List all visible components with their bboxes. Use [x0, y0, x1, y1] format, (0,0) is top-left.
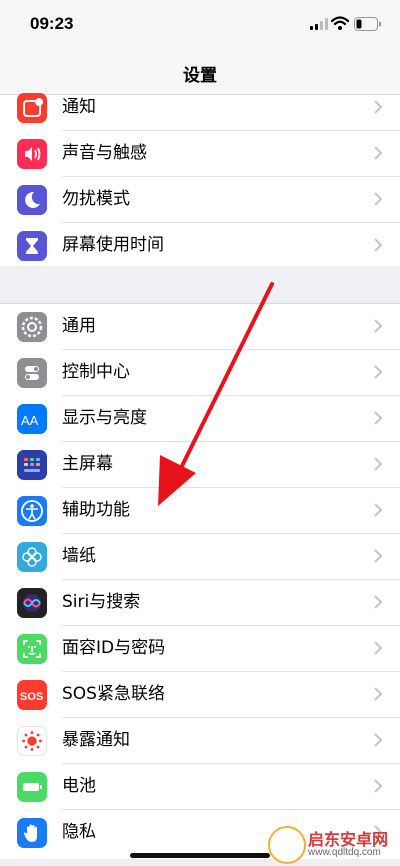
settings-row-do-not-disturb[interactable]: 勿扰模式: [0, 177, 400, 223]
watermark-logo-icon: [268, 826, 306, 864]
moon-icon: [17, 185, 47, 215]
svg-text:AA: AA: [21, 413, 39, 428]
chevron-right-icon: [374, 503, 382, 517]
settings-row-label: 辅助功能: [62, 500, 130, 520]
settings-row-sound[interactable]: 声音与触感: [0, 131, 400, 177]
toggles-icon: [17, 358, 47, 388]
watermark-url: www.qdltdq.com: [308, 847, 381, 858]
settings-row-label: 声音与触感: [62, 143, 147, 163]
settings-row-label: Siri与搜索: [62, 592, 141, 612]
battery-status-icon: [354, 17, 381, 31]
hourglass-icon: [17, 231, 47, 261]
face-id-icon: [17, 634, 47, 664]
chevron-right-icon: [374, 595, 382, 609]
chevron-right-icon: [374, 100, 382, 114]
settings-row-label: 面容ID与密码: [62, 638, 166, 658]
settings-row-label: SOS紧急联络: [62, 684, 165, 704]
sound-icon: [17, 139, 47, 169]
notifications-icon: [17, 93, 47, 123]
settings-row-notifications[interactable]: 通知: [0, 85, 400, 131]
settings-row-display-brightness[interactable]: AA 显示与亮度: [0, 396, 400, 442]
settings-row-screen-time[interactable]: 屏幕使用时间: [0, 223, 400, 269]
settings-row-wallpaper[interactable]: 墙纸: [0, 534, 400, 580]
settings-row-label: 隐私: [62, 822, 96, 842]
chevron-right-icon: [374, 549, 382, 563]
settings-row-label: 暴露通知: [62, 730, 130, 750]
watermark: 启东安卓网 www.qdltdq.com: [262, 822, 398, 866]
svg-text:SOS: SOS: [20, 691, 43, 703]
flower-icon: [17, 542, 47, 572]
accessibility-icon: [17, 496, 47, 526]
home-indicator: [130, 853, 270, 858]
chevron-right-icon: [374, 687, 382, 701]
cellular-signal-icon: [310, 18, 328, 30]
settings-row-battery[interactable]: 电池: [0, 764, 400, 810]
chevron-right-icon: [374, 238, 382, 252]
exposure-icon: [17, 726, 47, 756]
chevron-right-icon: [374, 192, 382, 206]
chevron-right-icon: [374, 779, 382, 793]
page-title: 设置: [183, 66, 217, 86]
chevron-right-icon: [374, 146, 382, 160]
settings-row-face-id[interactable]: 面容ID与密码: [0, 626, 400, 672]
siri-icon: [17, 588, 47, 618]
chevron-right-icon: [374, 319, 382, 333]
settings-row-label: 通用: [62, 316, 96, 336]
settings-row-home-screen[interactable]: 主屏幕: [0, 442, 400, 488]
settings-row-exposure-notifications[interactable]: 暴露通知: [0, 718, 400, 764]
settings-row-label: 主屏幕: [62, 454, 113, 474]
chevron-right-icon: [374, 457, 382, 471]
wifi-icon: [331, 16, 349, 30]
sos-icon: SOS: [17, 680, 47, 710]
settings-row-label: 电池: [62, 776, 96, 796]
settings-row-emergency-sos[interactable]: SOS SOS紧急联络: [0, 672, 400, 718]
status-bar: 09:23: [0, 0, 400, 50]
hand-icon: [17, 818, 47, 848]
settings-row-label: 控制中心: [62, 362, 130, 382]
chevron-right-icon: [374, 641, 382, 655]
status-time: 09:23: [30, 14, 74, 33]
gear-icon: [17, 312, 47, 342]
settings-row-label: 墙纸: [62, 546, 96, 566]
settings-row-accessibility[interactable]: 辅助功能: [0, 488, 400, 534]
chevron-right-icon: [374, 411, 382, 425]
settings-row-general[interactable]: 通用: [0, 304, 400, 350]
settings-row-label: 通知: [62, 97, 96, 117]
settings-row-label: 屏幕使用时间: [62, 235, 164, 255]
settings-group-top: 通知 声音与触感 勿扰模式 屏幕使用时间: [0, 93, 400, 269]
text-size-icon: AA: [17, 404, 47, 434]
settings-row-label: 显示与亮度: [62, 408, 147, 428]
home-grid-icon: [17, 450, 47, 480]
settings-row-control-center[interactable]: 控制中心: [0, 350, 400, 396]
battery-icon: [17, 772, 47, 802]
settings-row-siri-search[interactable]: Siri与搜索: [0, 580, 400, 626]
settings-row-label: 勿扰模式: [62, 189, 130, 209]
chevron-right-icon: [374, 365, 382, 379]
settings-group-main: 通用 控制中心 AA 显示与亮度 主屏幕 辅助功能 墙纸 Siri与搜索 面容I…: [0, 303, 400, 859]
chevron-right-icon: [374, 733, 382, 747]
